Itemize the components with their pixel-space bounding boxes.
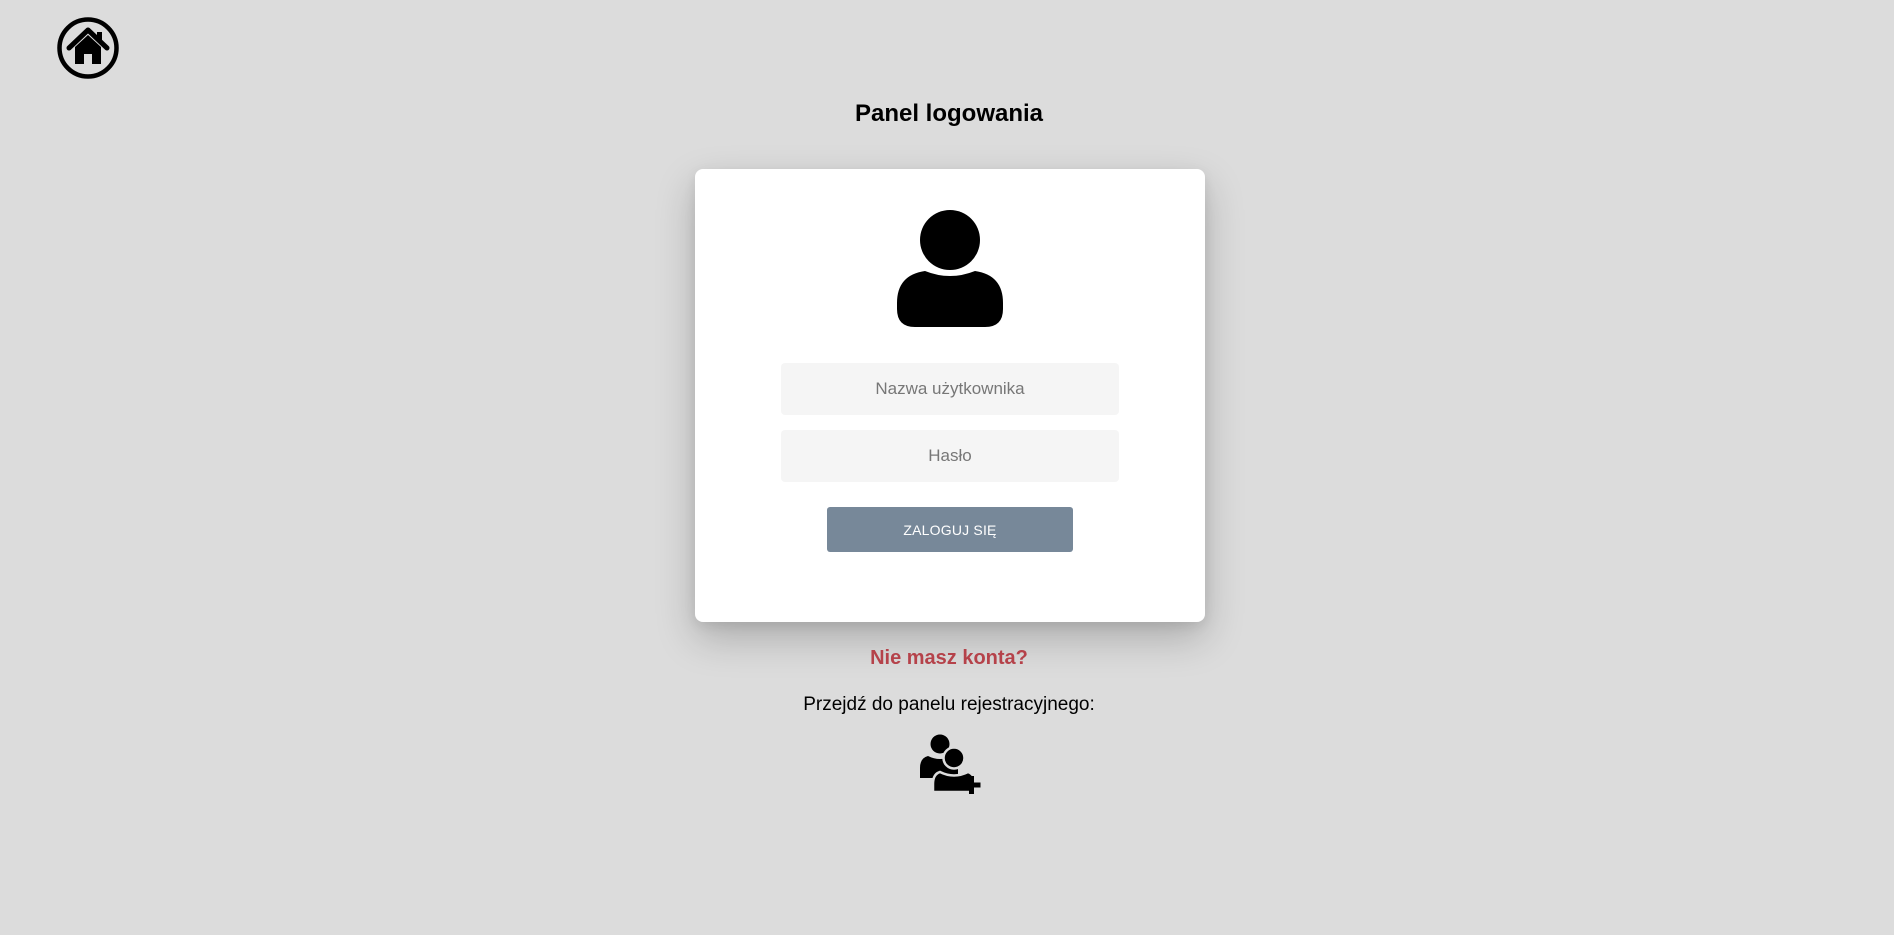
user-plus-icon	[918, 732, 982, 796]
user-icon	[895, 209, 1005, 329]
no-account-link[interactable]: Nie masz konta?	[0, 647, 1894, 670]
page-title: Panel logowania	[854, 100, 1044, 127]
register-button[interactable]	[918, 732, 982, 796]
login-button[interactable]: ZALOGUJ SIĘ	[827, 507, 1073, 552]
home-button[interactable]	[57, 17, 119, 79]
register-prompt: Przejdź do panelu rejestracyjnego:	[803, 694, 1095, 715]
password-input[interactable]	[781, 430, 1119, 482]
login-card: ZALOGUJ SIĘ	[695, 169, 1205, 622]
username-input[interactable]	[781, 363, 1119, 415]
home-icon	[57, 17, 119, 79]
